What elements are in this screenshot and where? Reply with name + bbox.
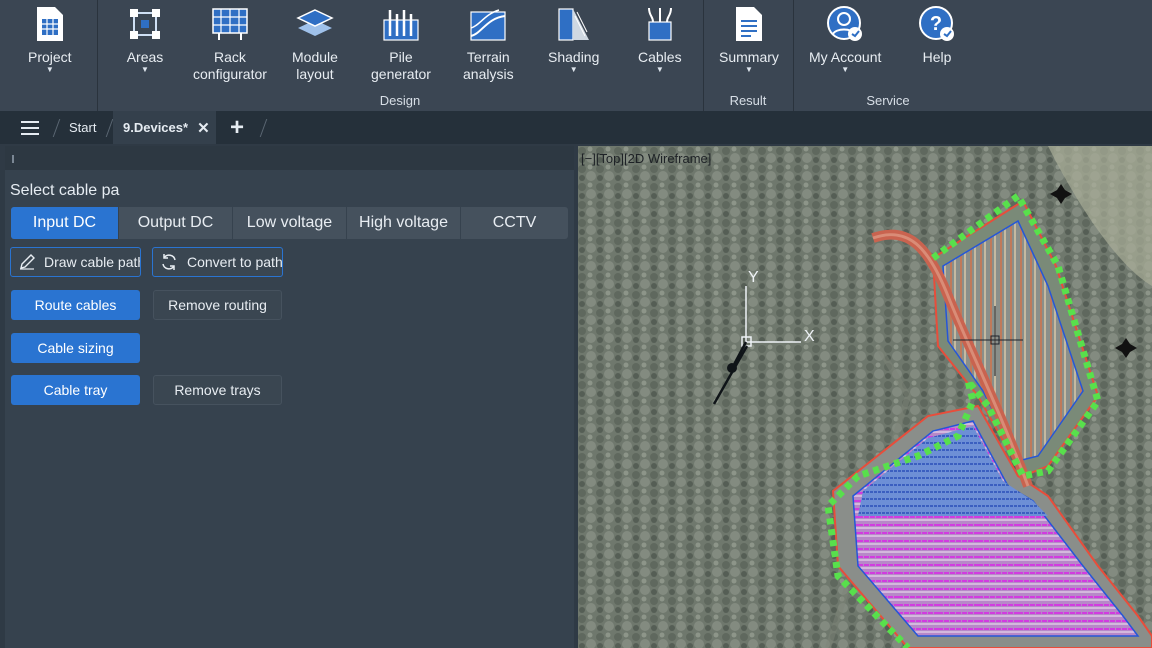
rack-configurator-button[interactable]: Rack configurator (193, 4, 267, 83)
areas-icon (125, 4, 165, 44)
design-group: Areas ▼ Rack configurator Module layout … (97, 0, 704, 111)
close-icon[interactable]: ✕ (197, 119, 210, 137)
project-button[interactable]: Project ▼ (28, 4, 72, 74)
ribbon: Project ▼ Areas ▼ Rack configurator Modu… (0, 0, 1152, 111)
areas-button[interactable]: Areas ▼ (125, 4, 165, 74)
account-icon (825, 4, 865, 44)
aerial-map: Y X (578, 146, 1152, 648)
tab-active-label: 9.Devices* (123, 120, 189, 135)
pencil-icon (20, 254, 35, 270)
axis-x-label: X (804, 328, 815, 345)
help-button[interactable]: ? Help (917, 4, 957, 66)
help-icon: ? (917, 4, 957, 44)
terrain-analysis-label-2: analysis (463, 66, 514, 82)
route-cables-button[interactable]: Route cables (11, 290, 140, 320)
tab-start[interactable]: Start (69, 111, 96, 144)
convert-to-path-label: Convert to path (187, 254, 283, 270)
result-group-label: Result (729, 93, 767, 108)
panel-grip-bar[interactable] (5, 146, 574, 170)
menu-icon[interactable] (20, 111, 44, 144)
design-group-label: Design (379, 93, 421, 108)
document-tab-bar: Start 9.Devices* ✕ + (0, 111, 1152, 144)
summary-button[interactable]: Summary ▼ (719, 4, 779, 74)
svg-text:?: ? (930, 13, 942, 35)
rack-configurator-label-1: Rack (214, 49, 246, 65)
service-group: My Account ▼ ? Help Service (793, 0, 973, 111)
tab-divider (259, 119, 268, 137)
add-tab-icon[interactable]: + (230, 111, 244, 144)
my-account-label: My Account (809, 49, 882, 65)
summary-icon (729, 4, 769, 44)
project-label: Project (28, 49, 72, 65)
tab-active-document[interactable]: 9.Devices* ✕ (113, 111, 216, 144)
shading-button[interactable]: Shading ▼ (548, 4, 599, 74)
module-layout-icon (295, 4, 335, 44)
convert-icon (162, 254, 176, 270)
terrain-analysis-button[interactable]: Terrain analysis (463, 4, 514, 83)
segment-output-dc[interactable]: Output DC (119, 207, 233, 239)
pile-generator-label-2: generator (371, 66, 431, 82)
chevron-down-icon: ▼ (141, 65, 149, 74)
cable-panel: Select cable pa Input DC Output DC Low v… (5, 146, 574, 648)
rack-icon (210, 4, 250, 44)
shading-icon (554, 4, 594, 44)
pile-generator-icon (381, 4, 421, 44)
cable-type-selector: Input DC Output DC Low voltage High volt… (11, 207, 568, 239)
chevron-down-icon: ▼ (655, 65, 664, 74)
project-group: Project ▼ (0, 0, 98, 111)
module-layout-label-1: Module (292, 49, 338, 65)
draw-cable-path-button[interactable]: Draw cable path (10, 247, 141, 277)
cable-tray-button[interactable]: Cable tray (11, 375, 140, 405)
help-label: Help (922, 49, 952, 65)
remove-routing-button[interactable]: Remove routing (153, 290, 282, 320)
project-icon (30, 4, 70, 44)
terrain-icon (468, 4, 508, 44)
cables-icon (640, 4, 680, 44)
panel-title: Select cable pa (10, 182, 120, 199)
rack-configurator-label-2: configurator (193, 66, 267, 82)
cable-sizing-button[interactable]: Cable sizing (11, 333, 140, 363)
chevron-down-icon: ▼ (45, 65, 54, 74)
draw-cable-path-label: Draw cable path (44, 254, 141, 270)
segment-cctv[interactable]: CCTV (461, 207, 568, 239)
segment-high-voltage[interactable]: High voltage (347, 207, 461, 239)
remove-trays-button[interactable]: Remove trays (153, 375, 282, 405)
convert-to-path-button[interactable]: Convert to path (152, 247, 283, 277)
module-layout-label-2: layout (296, 66, 334, 82)
tab-divider (52, 119, 61, 137)
shading-label: Shading (548, 49, 600, 65)
terrain-analysis-label-1: Terrain (466, 49, 510, 65)
service-group-label: Service (866, 93, 910, 108)
drawing-viewport[interactable]: Y X [−][Top][2D Wireframe] (578, 146, 1152, 648)
chevron-down-icon: ▼ (569, 65, 578, 74)
areas-label: Areas (126, 49, 164, 65)
pile-generator-button[interactable]: Pile generator (371, 4, 431, 83)
axis-y-label: Y (748, 269, 759, 286)
summary-label: Summary (719, 49, 779, 65)
segment-input-dc[interactable]: Input DC (11, 207, 119, 239)
cables-label: Cables (638, 49, 682, 65)
segment-low-voltage[interactable]: Low voltage (233, 207, 347, 239)
chevron-down-icon: ▼ (841, 65, 850, 74)
pile-generator-label-1: Pile (389, 49, 413, 65)
module-layout-button[interactable]: Module layout (292, 4, 338, 83)
chevron-down-icon: ▼ (744, 65, 753, 74)
grip-icon (12, 155, 14, 163)
cables-button[interactable]: Cables ▼ (638, 4, 682, 74)
viewport-label[interactable]: [−][Top][2D Wireframe] (581, 151, 711, 166)
my-account-button[interactable]: My Account ▼ (809, 4, 881, 74)
result-group: Summary ▼ Result (703, 0, 794, 111)
